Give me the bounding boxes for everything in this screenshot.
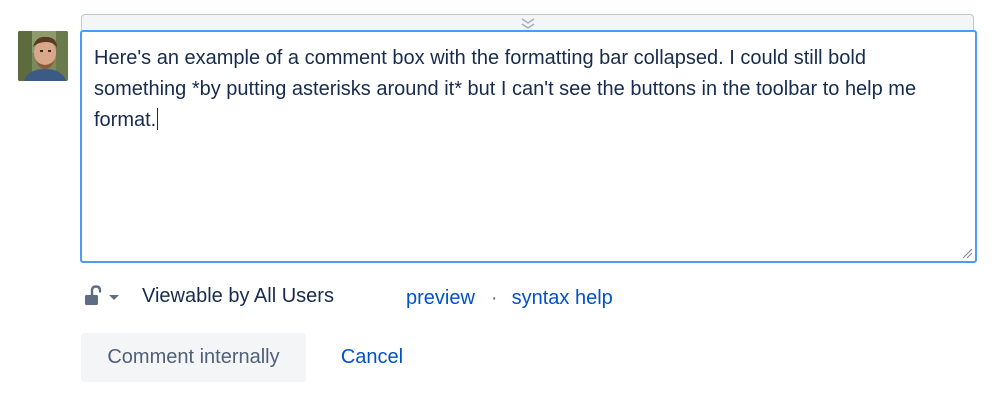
visibility-label: Viewable by All Users: [142, 284, 334, 307]
caret-down-icon: [109, 295, 119, 300]
double-chevron-down-icon: [521, 18, 534, 29]
comment-internally-button[interactable]: Comment internally: [81, 333, 306, 382]
visibility-row: Viewable by All Users: [84, 280, 334, 312]
comment-textarea[interactable]: Here's an example of a comment box with …: [80, 30, 977, 263]
user-photo-avatar: [18, 31, 68, 81]
avatar: [18, 31, 68, 81]
text-cursor: [157, 108, 159, 130]
link-separator: ·: [490, 286, 498, 309]
visibility-dropdown[interactable]: [84, 284, 120, 308]
formatting-toolbar-collapsed: [81, 14, 974, 30]
syntax-help-link[interactable]: syntax help: [512, 287, 613, 310]
unlock-icon: [85, 285, 102, 305]
comment-links: preview · syntax help: [406, 282, 613, 314]
cancel-button[interactable]: Cancel: [322, 333, 422, 382]
resize-grip-icon: [962, 248, 973, 259]
comment-text: Here's an example of a comment box with …: [94, 47, 922, 131]
preview-link[interactable]: preview: [406, 287, 475, 310]
expand-toolbar-toggle[interactable]: [518, 16, 538, 30]
resize-handle[interactable]: [961, 247, 973, 259]
